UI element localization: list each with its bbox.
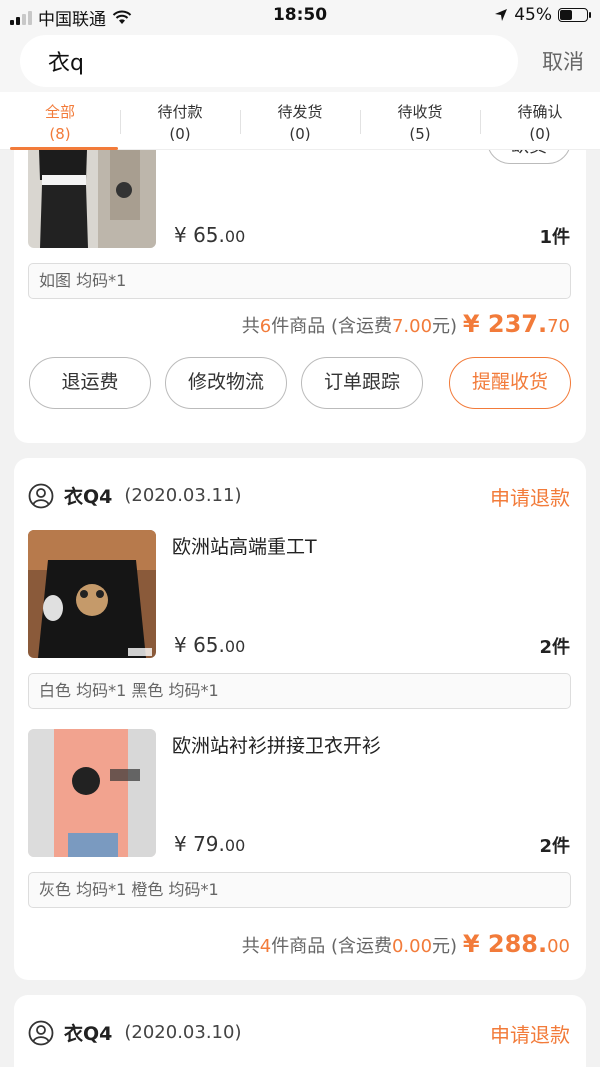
status-right: 45% [494,5,591,25]
search-row: 衣q 取消 [0,30,600,92]
product-photo [28,530,156,658]
battery-icon [558,8,591,22]
summary-count: 6 [259,316,272,337]
price-dec: 00 [224,637,246,656]
total-dec: 00 [547,936,570,957]
summary-pre: 共 [241,316,260,337]
shop-header[interactable]: 衣Q4 (2020.03.11) [28,482,241,509]
summary-mid: 件商品 (含运费 [271,936,392,957]
tab-count: (0) [169,125,191,143]
summary-post: 元) [432,316,458,337]
order-summary: 共6件商品 (含运费7.00元) ¥ 237.70 [242,310,570,338]
order-total: ¥ 288.00 [463,930,570,958]
product-photo [28,729,156,857]
summary-shipping: 0.00 [391,936,433,957]
total-dec: 70 [547,316,570,337]
tab-count: (8) [49,125,71,143]
item-quantity: 2件 [539,637,570,658]
refund-shipping-button[interactable]: 退运费 [29,357,151,409]
shop-name: 衣Q4 [64,486,113,508]
track-order-button[interactable]: 订单跟踪 [301,357,423,409]
price-int: ¥ 79. [174,832,225,856]
tab-count: (0) [289,125,311,143]
item-quantity: 2件 [539,836,570,857]
tab-pending-receipt[interactable]: 待收货 (5) [360,92,480,149]
summary-post: 元) [432,936,458,957]
tab-label: 待付款 [157,103,203,121]
item-price: ¥ 65.00 [174,633,245,657]
order-total: ¥ 237.70 [463,310,570,338]
apply-refund-button[interactable]: 申请退款 [490,482,570,511]
summary-count: 4 [259,936,272,957]
item-price: ¥ 79.00 [174,832,245,856]
item-spec: 灰色 均码*1 橙色 均码*1 [28,872,571,908]
order-card: 衣Q4 (2020.03.10) 申请退款 [14,995,586,1067]
tab-pending-payment[interactable]: 待付款 (0) [120,92,240,149]
item-price: ¥ 65.00 [174,223,245,247]
location-arrow-icon [495,9,508,21]
price-int: ¥ 65. [174,223,225,247]
price-dec: 00 [224,836,246,855]
tab-pending-shipment[interactable]: 待发货 (0) [240,92,360,149]
user-icon [28,483,54,508]
search-query: 衣q [48,51,84,76]
tab-count: (0) [529,125,551,143]
product-name[interactable]: 欧洲站衬衫拼接卫衣开衫 [172,731,381,758]
order-date: (2020.03.11) [124,485,242,506]
product-image[interactable] [28,150,156,248]
tab-pending-confirm[interactable]: 待确认 (0) [480,92,600,149]
tab-label: 待确认 [517,103,563,121]
out-of-stock-button[interactable]: 缺货 [487,150,571,164]
tab-all[interactable]: 全部 (8) [0,92,120,150]
total-int: ¥ 237. [462,310,548,338]
order-tabs: 全部 (8) 待付款 (0) 待发货 (0) 待收货 (5) 待确认 (0) [0,92,600,150]
shop-name: 衣Q4 [64,1023,113,1045]
price-int: ¥ 65. [174,633,225,657]
summary-pre: 共 [241,936,260,957]
search-input[interactable]: 衣q [20,35,518,87]
summary-mid: 件商品 (含运费 [271,316,392,337]
modify-logistics-button[interactable]: 修改物流 [165,357,287,409]
product-photo [28,150,156,248]
tab-label: 待发货 [277,103,323,121]
order-summary: 共4件商品 (含运费0.00元) ¥ 288.00 [242,930,570,958]
total-int: ¥ 288. [462,930,548,958]
order-card: 缺货 ¥ 65.00 1件 如图 均码*1 共6件商品 (含运费7.00元) ¥… [14,150,586,443]
price-dec: 00 [224,227,246,246]
tab-count: (5) [409,125,431,143]
cancel-button[interactable]: 取消 [542,46,584,76]
tab-label: 全部 [44,103,75,121]
product-name[interactable]: 欧洲站高端重工T [172,532,317,559]
battery-percent: 45% [514,5,552,25]
summary-shipping: 7.00 [391,316,433,337]
battery-level [560,10,572,20]
order-list[interactable]: 缺货 ¥ 65.00 1件 如图 均码*1 共6件商品 (含运费7.00元) ¥… [0,150,600,1067]
item-spec: 如图 均码*1 [28,263,571,299]
remind-receipt-button[interactable]: 提醒收货 [449,357,571,409]
item-quantity: 1件 [539,227,570,248]
product-image[interactable] [28,530,156,658]
product-image[interactable] [28,729,156,857]
order-date: (2020.03.10) [124,1022,242,1043]
tab-label: 待收货 [397,103,443,121]
item-spec: 白色 均码*1 黑色 均码*1 [28,673,571,709]
order-card: 衣Q4 (2020.03.11) 申请退款 欧洲站高端重工T ¥ 65.00 2… [14,458,586,980]
user-icon [28,1020,54,1045]
apply-refund-button[interactable]: 申请退款 [490,1019,570,1048]
shop-header[interactable]: 衣Q4 (2020.03.10) [28,1019,241,1046]
status-bar: 中国联通 18:50 45% [0,0,600,30]
